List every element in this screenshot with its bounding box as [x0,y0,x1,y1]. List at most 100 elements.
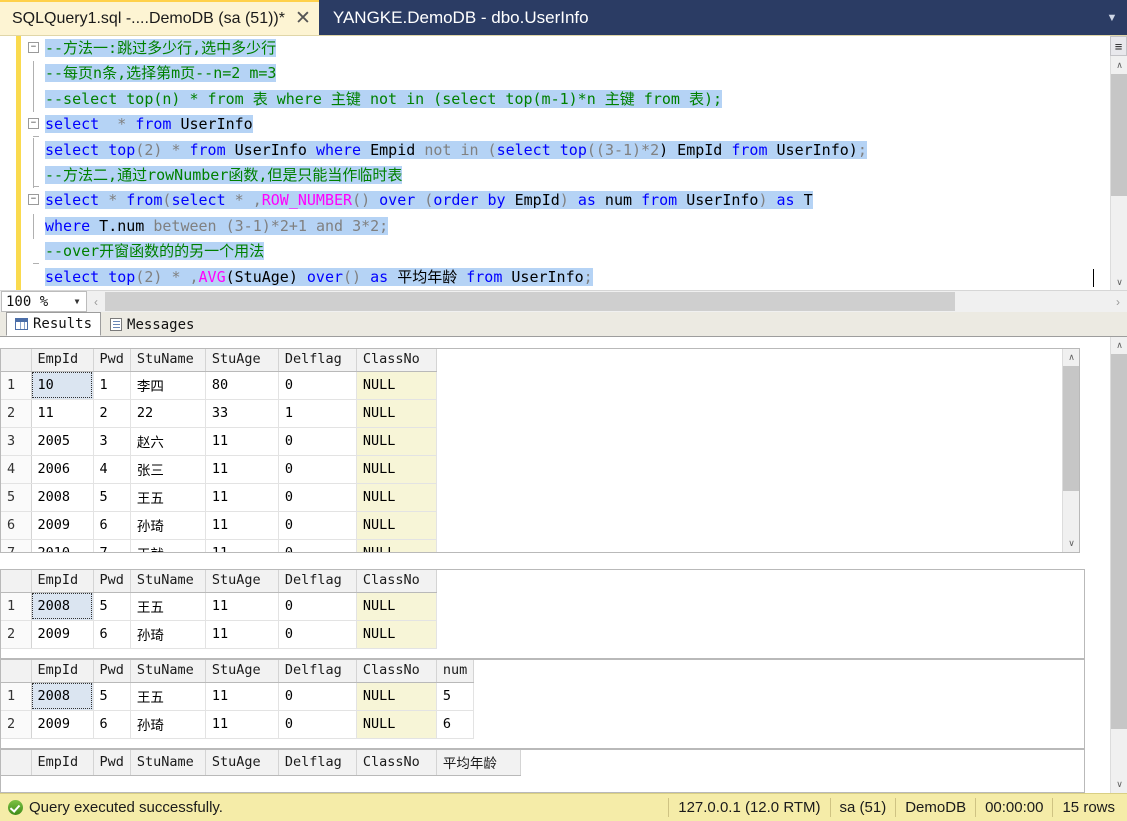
code-line[interactable]: --方法一:跳过多少行,选中多少行 [45,36,1093,61]
column-header[interactable]: Pwd [93,570,131,593]
scroll-up-icon[interactable]: ∧ [1111,57,1127,74]
table-cell[interactable]: 0 [278,592,357,621]
table-cell[interactable]: 5 [436,682,475,711]
table-cell[interactable]: 7 [93,539,131,552]
code-line[interactable]: --over开窗函数的的另一个用法 [45,239,1093,264]
result-grid[interactable]: EmpId Pwd StuName StuAge Delflag ClassNo 1 2008… [0,569,1085,659]
editor-fold-margin[interactable]: − − − [21,36,45,290]
table-cell[interactable]: 5 [93,682,131,711]
tab-messages[interactable]: Messages [101,312,203,336]
table-cell[interactable]: NULL [356,483,437,512]
table-cell[interactable]: NULL [356,682,437,711]
row-number-cell[interactable]: 2 [1,399,32,428]
close-icon[interactable]: ✕ [295,9,311,28]
column-header[interactable]: StuAge [205,660,279,683]
sql-editor[interactable]: − − − --方法一:跳过多少行,选中多少行 --每页n条,选择第m页--n=2 m… [0,35,1127,291]
table-cell[interactable]: 6 [93,511,131,540]
table-cell[interactable]: 2006 [31,455,94,484]
table-cell[interactable]: 0 [278,682,357,711]
table-cell[interactable]: 5 [93,592,131,621]
zoom-level-select[interactable]: 100 % ▼ [1,291,87,312]
table-cell[interactable]: 33 [205,399,279,428]
row-number-cell[interactable]: 1 [1,371,32,400]
table-cell[interactable]: NULL [356,539,437,552]
table-cell[interactable]: 1 [278,399,357,428]
table-cell[interactable]: 80 [205,371,279,400]
column-header[interactable]: StuName [130,570,206,593]
table-cell[interactable]: 11 [205,427,279,456]
row-number-cell[interactable]: 2 [1,620,32,649]
column-header[interactable]: StuAge [205,570,279,593]
table-cell[interactable]: 王五 [130,592,206,621]
table-cell[interactable]: 0 [278,483,357,512]
tab-sqlquery1[interactable]: SQLQuery1.sql -....DemoDB (sa (51))* ✕ [0,0,319,35]
chevron-down-icon[interactable]: ▼ [1097,0,1127,35]
table-cell[interactable]: 4 [93,455,131,484]
results-pane-scrollbar[interactable]: ∧ ∨ [1110,337,1127,793]
row-number-cell[interactable]: 1 [1,682,32,711]
column-header[interactable]: Pwd [93,349,131,372]
table-cell[interactable]: 0 [278,710,357,739]
row-number-cell[interactable]: 7 [1,539,32,552]
table-cell[interactable]: 2 [93,399,131,428]
hscroll-thumb[interactable] [105,292,955,311]
table-row[interactable]: 1 2008 5 王五 11 0 NULL 5 [1,682,475,711]
table-cell[interactable]: 王五 [130,483,206,512]
scroll-up-icon[interactable]: ∧ [1063,349,1079,366]
code-line[interactable]: where T.num between (3-1)*2+1 and 3*2; [45,214,1093,239]
scroll-down-icon[interactable]: ∨ [1063,535,1079,552]
column-header[interactable]: Delflag [278,570,357,593]
table-cell[interactable]: NULL [356,592,437,621]
row-number-header[interactable] [1,750,32,776]
table-row[interactable]: 2 2009 6 孙琦 11 0 NULL 6 [1,710,475,739]
table-row[interactable]: 2 2009 6 孙琦 11 0 NULL [1,620,437,649]
column-header[interactable]: ClassNo [356,570,437,593]
table-cell[interactable]: 2009 [31,511,94,540]
column-header[interactable]: StuAge [205,750,279,776]
code-line[interactable]: --方法二,通过rowNumber函数,但是只能当作临时表 [45,163,1093,188]
table-cell[interactable]: 2008 [31,682,94,711]
column-header[interactable]: EmpId [31,570,94,593]
column-header[interactable]: StuAge [205,349,279,372]
table-cell[interactable]: NULL [356,399,437,428]
result-grid[interactable]: EmpId Pwd StuName StuAge Delflag ClassNo 平均年龄 [0,749,1085,793]
table-row[interactable]: 1 10 1 李四 80 0 NULL [1,371,437,400]
grid-vertical-scrollbar[interactable]: ∧ ∨ [1062,349,1079,552]
table-cell[interactable]: 王五 [130,682,206,711]
table-cell[interactable]: 3 [93,427,131,456]
table-cell[interactable]: NULL [356,427,437,456]
table-cell[interactable]: 0 [278,511,357,540]
table-cell[interactable]: 张三 [130,455,206,484]
table-cell[interactable]: 11 [205,511,279,540]
tab-userinfo[interactable]: YANGKE.DemoDB - dbo.UserInfo [319,0,597,35]
row-number-header[interactable] [1,349,32,372]
results-pane[interactable]: EmpId Pwd StuName StuAge Delflag ClassNo 1 10 1 李… [0,337,1127,793]
table-cell[interactable]: NULL [356,710,437,739]
editor-code-lines[interactable]: --方法一:跳过多少行,选中多少行 --每页n条,选择第m页--n=2 m=3 --… [45,36,1093,290]
editor-horizontal-scrollbar[interactable] [105,291,1109,312]
table-cell[interactable]: NULL [356,455,437,484]
tab-results[interactable]: Results [6,312,102,336]
fold-collapse-icon[interactable]: − [28,118,39,130]
table-cell[interactable]: 11 [205,682,279,711]
column-header[interactable]: StuName [130,660,206,683]
code-line[interactable]: select top(2) * from UserInfo where Empi… [45,138,1093,163]
column-header[interactable]: StuName [130,750,206,776]
row-number-header[interactable] [1,660,32,683]
results-scroll-thumb[interactable] [1111,354,1127,729]
editor-scroll-thumb[interactable] [1111,74,1127,196]
hscroll-left-icon[interactable]: ‹ [87,291,105,312]
hscroll-right-icon[interactable]: › [1109,291,1127,312]
scroll-up-icon[interactable]: ∧ [1111,337,1127,354]
column-header[interactable]: EmpId [31,349,94,372]
table-cell[interactable]: 孙琦 [130,710,206,739]
table-cell[interactable]: NULL [356,511,437,540]
table-cell[interactable]: 6 [93,710,131,739]
table-cell[interactable]: 2005 [31,427,94,456]
fold-collapse-icon[interactable]: − [28,42,39,53]
table-cell[interactable]: 11 [205,455,279,484]
table-row[interactable]: 3 2005 3 赵六 11 0 NULL [1,427,437,456]
table-cell[interactable]: 6 [93,620,131,649]
table-row[interactable]: 4 2006 4 张三 11 0 NULL [1,455,437,484]
row-number-cell[interactable]: 6 [1,511,32,540]
